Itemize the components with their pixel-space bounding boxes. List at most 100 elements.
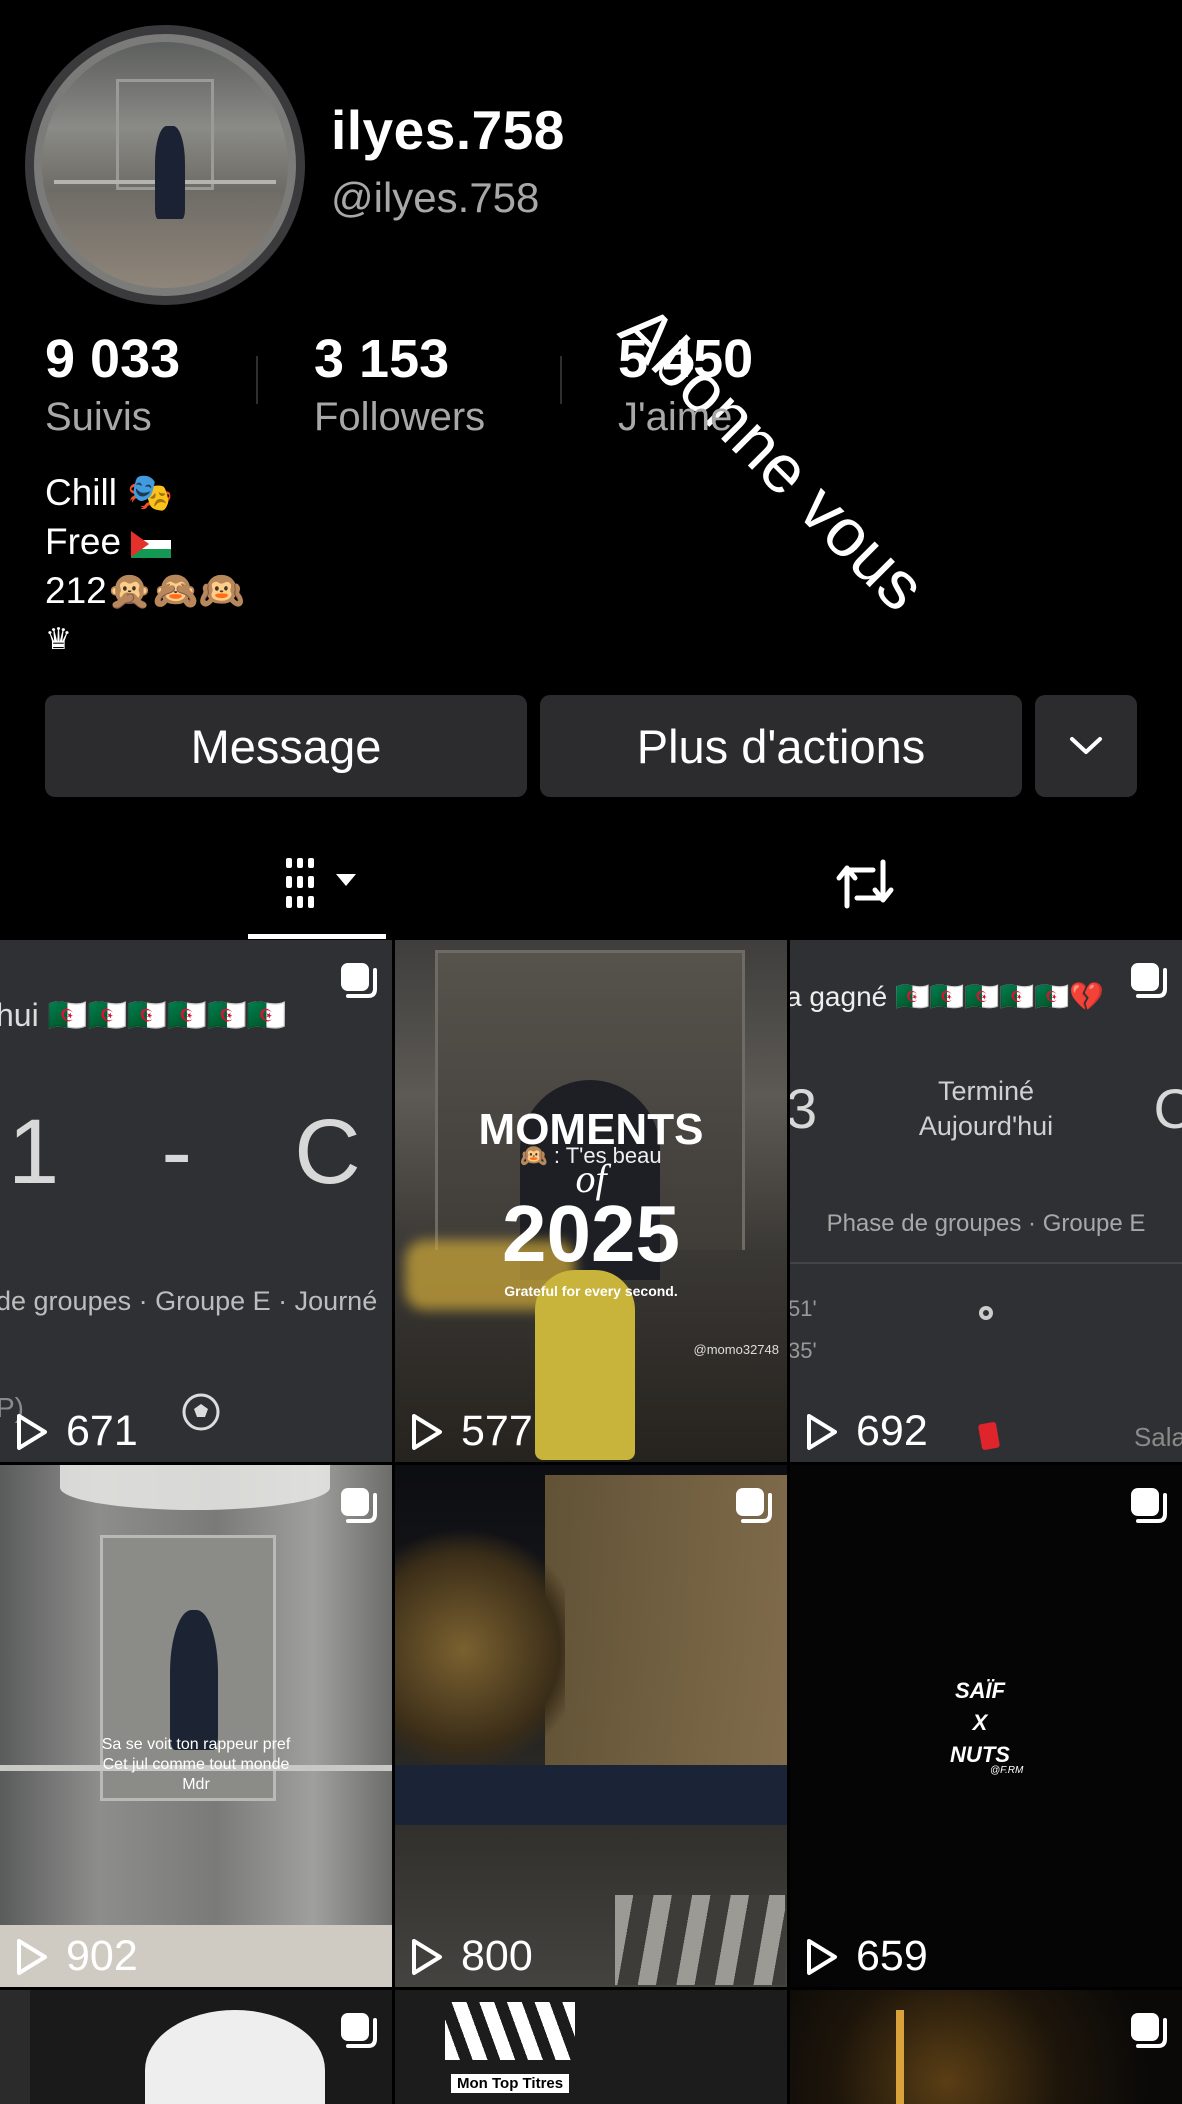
thumb-text: @F.RM <box>990 1765 1024 1776</box>
multi-clip-icon <box>1131 2013 1167 2048</box>
stat-likes[interactable]: 5 450 J'aime <box>618 326 753 442</box>
thumb-text: a gagné 🇩🇿🇩🇿🇩🇿🇩🇿🇩🇿💔 <box>790 981 1105 1012</box>
ceiling-light <box>60 1465 330 1510</box>
tab-active-indicator <box>248 934 386 939</box>
palestine-flag-icon <box>131 530 172 558</box>
more-actions-button[interactable]: Plus d'actions <box>540 695 1022 797</box>
thumb-caption: Sa se voit ton rappeur pref Cet jul comm… <box>0 1735 392 1795</box>
thumb-text: hui 🇩🇿🇩🇿🇩🇿🇩🇿🇩🇿🇩🇿 <box>0 997 287 1033</box>
video-thumbnail[interactable]: Mon Top Titres <box>395 1990 787 2104</box>
suggestions-dropdown-button[interactable] <box>1035 695 1137 797</box>
repost-icon <box>836 859 894 909</box>
thumb-text: NUTS <box>950 1742 1010 1767</box>
thumb-text: Grateful for every second. <box>504 1283 678 1299</box>
thumb-shape <box>0 1990 30 2104</box>
video-thumbnail[interactable]: hui 🇩🇿🇩🇿🇩🇿🇩🇿🇩🇿🇩🇿 1 - C de groupes · Grou… <box>0 940 392 1462</box>
view-count-value: 671 <box>66 1407 138 1455</box>
stat-followers[interactable]: 3 153 Followers <box>314 326 485 442</box>
match-status: Terminé Aujourd'hui <box>790 1074 1182 1144</box>
stat-likes-value: 5 450 <box>618 329 754 389</box>
person-shape <box>170 1610 218 1750</box>
tab-reposts[interactable] <box>825 854 905 914</box>
thumb-text: SAÏF <box>954 1678 1006 1703</box>
video-thumbnail[interactable]: Sa se voit ton rappeur pref Cet jul comm… <box>0 1465 392 1987</box>
stat-following[interactable]: 9 033 Suivis <box>45 326 180 442</box>
lit-trees <box>395 1525 565 1775</box>
stat-followers-label: Followers <box>314 395 486 439</box>
play-icon <box>807 1413 837 1450</box>
play-icon <box>17 1938 47 1975</box>
profile-avatar[interactable] <box>25 25 305 305</box>
crosswalk <box>615 1895 785 1985</box>
thumb-text: Sala <box>1133 1422 1182 1452</box>
profile-tabs <box>0 838 1182 938</box>
thumb-text: Cet jul comme tout monde <box>102 1756 290 1773</box>
tower-shape <box>896 2010 904 2104</box>
thumb-text: 51' <box>790 1296 817 1321</box>
multi-clip-icon <box>736 1488 772 1523</box>
play-icon <box>17 1413 47 1450</box>
bio-line: Chill 🎭 <box>45 472 174 513</box>
multi-clip-icon <box>341 2013 377 2048</box>
grid-icon <box>286 858 356 908</box>
avatar-photo <box>42 42 288 288</box>
stat-divider <box>256 356 258 404</box>
multi-clip-icon <box>341 1488 377 1523</box>
thumb-text: Sa se voit ton rappeur pref <box>101 1736 291 1753</box>
view-count: 659 <box>806 1932 928 1981</box>
tab-videos[interactable] <box>248 838 386 928</box>
cars-row <box>395 1765 787 1825</box>
stat-following-value: 9 033 <box>45 329 181 389</box>
view-count: 902 <box>16 1932 138 1981</box>
video-thumbnail[interactable]: a gagné 🇩🇿🇩🇿🇩🇿🇩🇿🇩🇿💔 3 Terminé Aujourd'hu… <box>790 940 1182 1462</box>
play-icon <box>412 1413 442 1450</box>
thumb-score: 1 - C <box>8 1101 361 1203</box>
settings-icon <box>979 1306 993 1320</box>
stat-following-label: Suivis <box>45 395 152 439</box>
bio-line-text: Free <box>45 521 122 562</box>
profile-handle: @ilyes.758 <box>331 174 540 221</box>
logo-shape <box>445 2002 575 2060</box>
video-thumbnail[interactable]: SAÏF X NUTS @F.RM 659 <box>790 1465 1182 1987</box>
red-card-icon <box>977 1421 1001 1451</box>
view-count-value: 902 <box>66 1932 138 1980</box>
thumb-text: Mon Top Titres <box>451 2074 570 2093</box>
video-thumbnail[interactable]: 800 <box>395 1465 787 1987</box>
thumb-text: X <box>972 1710 988 1735</box>
view-count-value: 577 <box>461 1407 533 1455</box>
thumb-text: 35' <box>790 1338 817 1363</box>
stat-divider <box>560 356 562 404</box>
video-thumbnail[interactable] <box>0 1990 392 2104</box>
thumb-text: Terminé <box>937 1076 1035 1106</box>
view-count: 671 <box>16 1407 138 1456</box>
bio-line: 212🙊🙈🙉 <box>45 570 245 611</box>
thumb-text: Mdr <box>182 1776 210 1793</box>
play-icon <box>412 1938 442 1975</box>
thumb-text: @momo32748 <box>693 1342 779 1357</box>
video-thumbnail[interactable]: MOMENTS 🙉 : T'es beau of 2025 Grateful f… <box>395 940 787 1462</box>
thumb-text: 2025 <box>502 1189 680 1278</box>
bio-line: ♛ <box>45 623 72 656</box>
thumb-text: Aujourd'hui <box>918 1111 1054 1141</box>
message-button[interactable]: Message <box>45 695 527 797</box>
play-icon <box>807 1938 837 1975</box>
view-count-value: 800 <box>461 1932 533 1980</box>
view-count: 800 <box>411 1932 533 1981</box>
view-count: 577 <box>411 1407 533 1456</box>
multi-clip-icon <box>341 963 377 998</box>
profile-bio: Chill 🎭 Free 212🙊🙈🙉 ♛ <box>45 468 245 664</box>
view-count: 692 <box>806 1407 928 1456</box>
stat-followers-value: 3 153 <box>314 329 450 389</box>
bio-line: Free <box>45 517 245 566</box>
view-count-value: 659 <box>856 1932 928 1980</box>
soccer-ball-icon <box>182 1393 220 1431</box>
thumb-text: Phase de groupes · Groupe E <box>826 1210 1146 1237</box>
view-count-value: 692 <box>856 1407 928 1455</box>
stat-likes-label: J'aime <box>618 395 733 439</box>
thumb-text: de groupes · Groupe E · Journé <box>0 1286 378 1316</box>
avatar-figure <box>155 125 185 220</box>
profile-display-name: ilyes.758 <box>331 99 565 161</box>
video-thumbnail[interactable] <box>790 1990 1182 2104</box>
thumb-title: SAÏF X NUTS <box>790 1675 1176 1771</box>
multi-clip-icon <box>1131 963 1167 998</box>
